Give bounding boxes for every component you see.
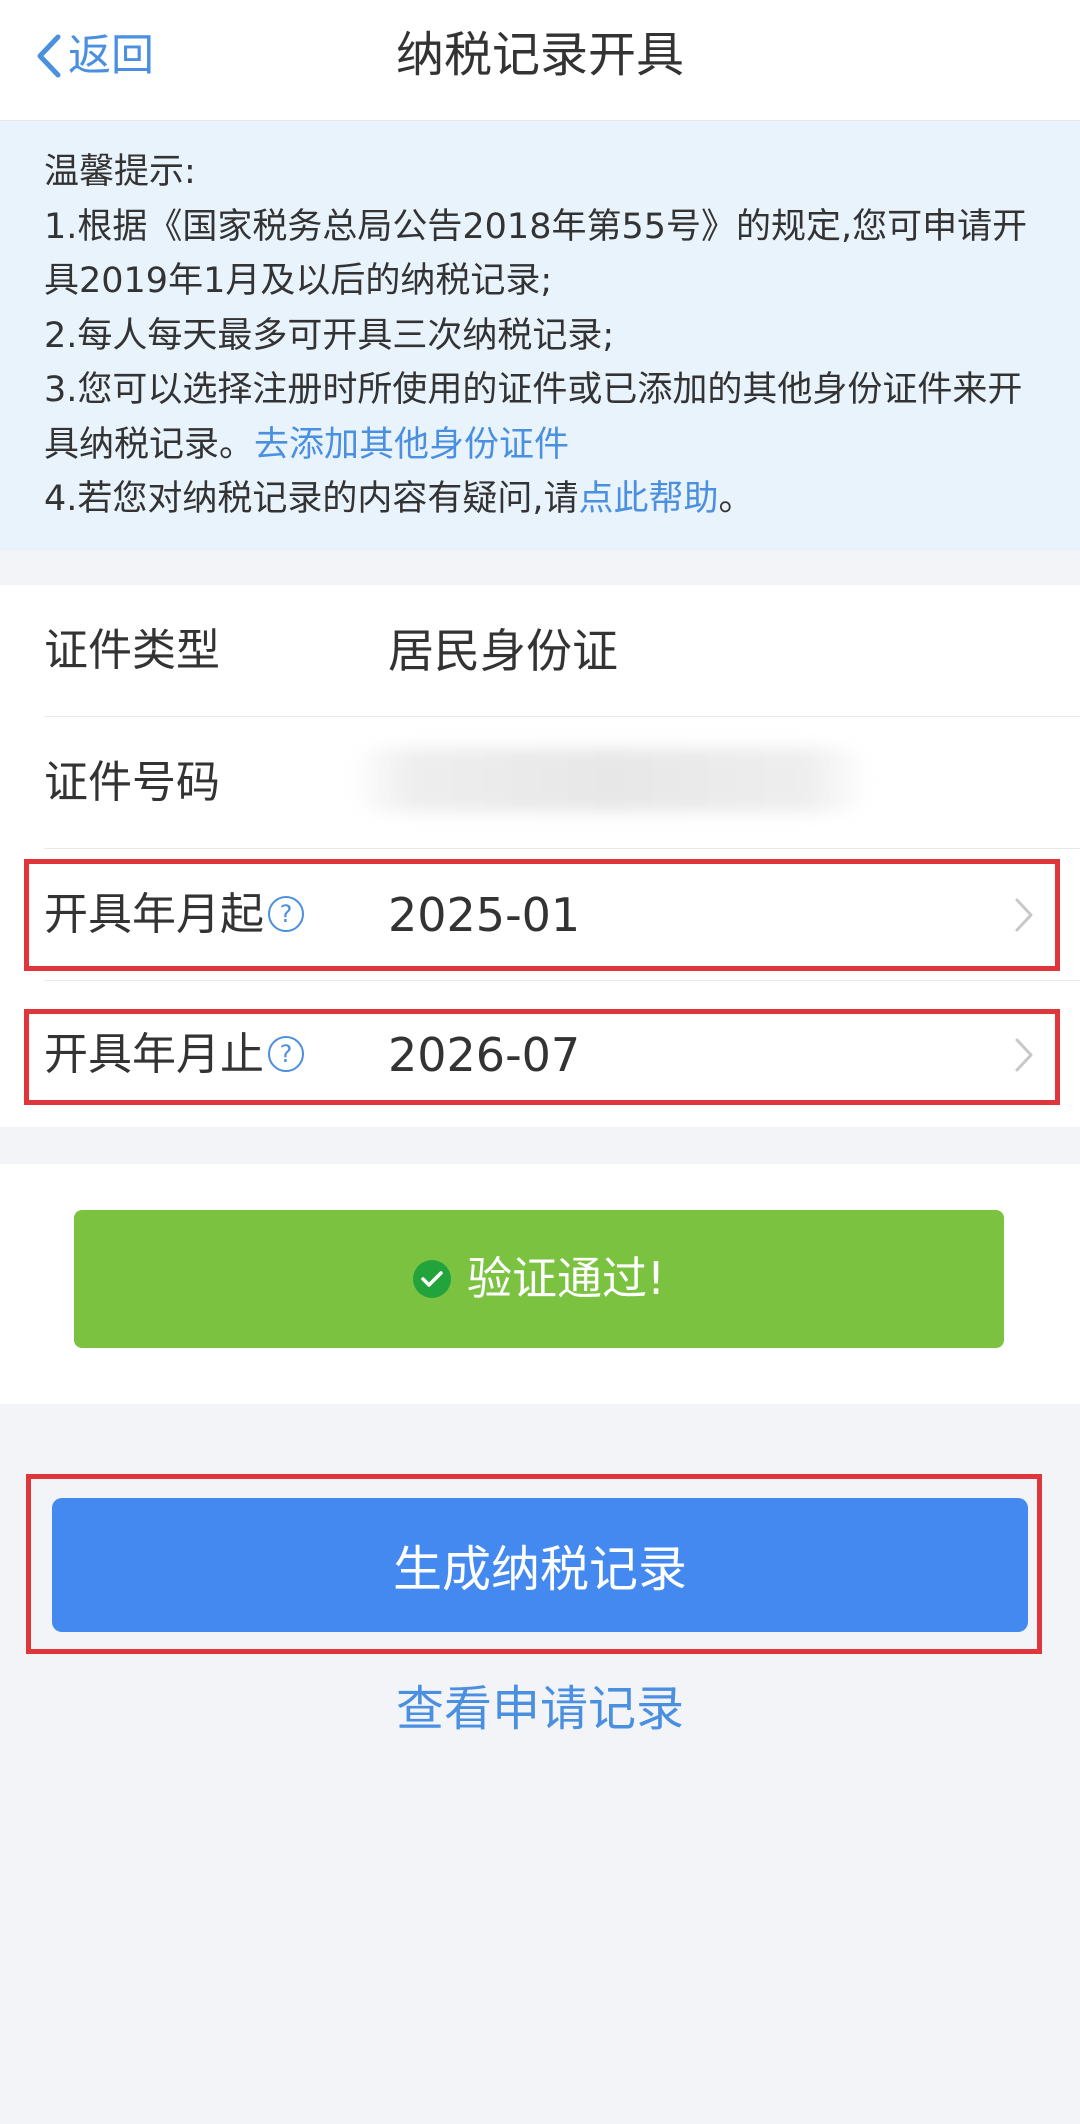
help-link[interactable]: 点此帮助 <box>579 479 719 519</box>
notice-item-4-end: 。 <box>718 479 754 519</box>
question-circle-icon[interactable]: ? <box>268 896 304 932</box>
id-type-label: 证件类型 <box>44 625 220 676</box>
page-title: 纳税记录开具 <box>395 27 684 83</box>
check-circle-icon <box>412 1260 451 1298</box>
record-form: 证件类型 居民身份证 证件号码 开具年月起? 2025-01 开具年月止? 20… <box>0 585 1080 1127</box>
start-month-row[interactable]: 开具年月起? 2025-01 <box>0 849 1080 981</box>
chevron-right-icon <box>1015 898 1033 932</box>
start-month-label-text: 开具年月起 <box>44 889 264 940</box>
verify-text: 验证通过! <box>466 1252 666 1305</box>
id-type-row: 证件类型 居民身份证 <box>0 585 1080 717</box>
notice-panel: 温馨提示: 1.根据《国家税务总局公告2018年第55号》的规定,您可申请开具2… <box>0 121 1080 551</box>
end-month-label: 开具年月止? <box>44 989 304 1121</box>
notice-item-4-text: 4.若您对纳税记录的内容有疑问,请 <box>44 479 579 519</box>
notice-item-2: 2.每人每天最多可开具三次纳税记录; <box>44 315 615 356</box>
navbar: 返回 纳税记录开具 <box>0 0 1080 121</box>
notice-title: 温馨提示: <box>44 152 196 192</box>
generate-record-button[interactable]: 生成纳税记录 <box>52 1498 1028 1632</box>
id-type-value: 居民身份证 <box>388 624 618 678</box>
start-month-value: 2025-01 <box>388 888 581 942</box>
end-month-label-text: 开具年月止 <box>44 1029 264 1080</box>
add-id-link[interactable]: 去添加其他身份证件 <box>254 425 569 465</box>
notice-item-1: 1.根据《国家税务总局公告2018年第55号》的规定,您可申请开具2019年1月… <box>44 206 1028 302</box>
notice-item-4: 4.若您对纳税记录的内容有疑问,请点此帮助。 <box>44 472 1040 527</box>
view-history-link[interactable]: 查看申请记录 <box>0 1674 1080 1744</box>
question-circle-icon[interactable]: ? <box>268 1036 304 1072</box>
id-number-value-blurred <box>350 748 870 812</box>
id-number-label: 证件号码 <box>44 757 220 808</box>
start-month-label: 开具年月起? <box>44 849 304 981</box>
notice-item-3: 3.您可以选择注册时所使用的证件或已添加的其他身份证件来开具纳税记录。去添加其他… <box>44 363 1040 472</box>
verify-section: 验证通过! <box>0 1164 1080 1404</box>
divider <box>44 980 1080 981</box>
end-month-row[interactable]: 开具年月止? 2026-07 <box>0 989 1080 1121</box>
tax-record-page: 返回 纳税记录开具 温馨提示: 1.根据《国家税务总局公告2018年第55号》的… <box>0 0 1080 2124</box>
end-month-value: 2026-07 <box>388 1028 581 1082</box>
verify-banner: 验证通过! <box>74 1210 1004 1348</box>
chevron-right-icon <box>1015 1038 1033 1072</box>
